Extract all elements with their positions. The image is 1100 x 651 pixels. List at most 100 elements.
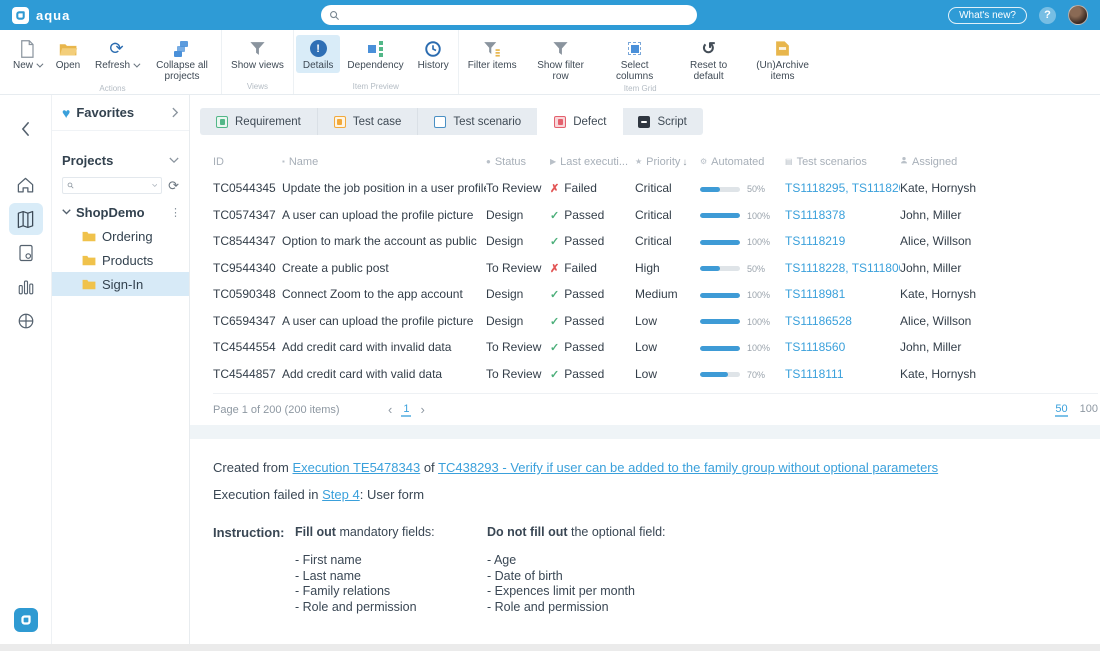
step-link[interactable]: Step 4	[322, 487, 360, 502]
cell-last-execution: ✓Passed	[550, 361, 635, 388]
tree-item-label: Products	[102, 253, 153, 268]
test-scenario-link[interactable]: TS1118981	[785, 287, 845, 301]
global-search-input[interactable]	[345, 9, 689, 21]
cell-last-execution: ✓Passed	[550, 228, 635, 255]
cell-id: TC4544857	[213, 361, 282, 388]
unarchive-items-button[interactable]: (Un)Archive items	[746, 35, 820, 84]
column-header-name[interactable]: ▪Name	[282, 149, 486, 175]
test-scenario-link[interactable]: TS1118560	[785, 340, 845, 354]
user-avatar[interactable]	[1068, 5, 1088, 25]
table-row[interactable]: TC0574347 A user can upload the profile …	[213, 202, 1098, 229]
reset-to-default-button[interactable]: ↺ Reset to default	[672, 35, 746, 84]
test-scenario-icon	[434, 116, 446, 128]
scenarios-column-icon: ▤	[785, 157, 793, 166]
cell-assigned: John, Miller	[900, 334, 1098, 361]
cell-last-execution: ✗Failed	[550, 255, 635, 282]
open-folder-icon	[59, 38, 78, 59]
heart-icon: ♥	[62, 105, 70, 121]
table-row[interactable]: TC0590348 Connect Zoom to the app accoun…	[213, 281, 1098, 308]
favorites-row[interactable]: ♥ Favorites	[52, 95, 189, 131]
table-row[interactable]: TC4544857 Add credit card with valid dat…	[213, 361, 1098, 388]
created-from-line: Created from Execution TE5478343 of TC43…	[213, 459, 1077, 477]
new-button[interactable]: New	[6, 35, 48, 73]
cell-name: A user can upload the profile picture	[282, 308, 486, 335]
table-row[interactable]: TC8544347 Option to mark the account as …	[213, 228, 1098, 255]
project-search-box[interactable]	[62, 177, 162, 194]
tab-test-case[interactable]: Test case	[318, 108, 419, 135]
details-button[interactable]: ! Details	[296, 35, 341, 73]
home-nav-icon[interactable]	[9, 169, 43, 201]
kebab-menu-icon[interactable]: ⋮	[170, 206, 181, 219]
integrations-nav-icon[interactable]	[9, 305, 43, 337]
test-scenario-link[interactable]: TS1118378	[785, 208, 845, 222]
aqua-bottom-logo[interactable]	[14, 608, 38, 632]
tab-script[interactable]: Script	[622, 108, 702, 135]
tree-item-ordering[interactable]: Ordering	[52, 224, 189, 248]
select-columns-button[interactable]: Select columns	[598, 35, 672, 84]
execution-result-icon: ✗	[550, 263, 559, 275]
collapse-all-projects-button[interactable]: Collapse all projects	[145, 35, 219, 84]
table-row[interactable]: TC9544340 Create a public post To Review…	[213, 255, 1098, 282]
next-page-icon[interactable]: ›	[420, 402, 424, 417]
column-header-priority[interactable]: ★Priority↓	[635, 149, 700, 175]
tree-root-shopdemo[interactable]: ShopDemo ⋮	[52, 200, 189, 224]
test-scenario-link[interactable]: TS11186528	[785, 314, 852, 328]
help-button[interactable]: ?	[1039, 7, 1056, 24]
previous-page-icon[interactable]: ‹	[388, 402, 392, 417]
sidebar: ♥ Favorites Projects ⟳ ShopDemo ⋮ Orderi…	[52, 95, 190, 644]
refresh-button[interactable]: ⟳ Refresh	[88, 35, 145, 73]
table-row[interactable]: TC6594347 A user can upload the profile …	[213, 308, 1098, 335]
project-search-input[interactable]	[77, 180, 148, 191]
table-row[interactable]: TC4544554 Add credit card with invalid d…	[213, 334, 1098, 361]
show-views-button[interactable]: Show views	[224, 35, 291, 73]
table-row[interactable]: TC0544345 Update the job position in a u…	[213, 175, 1098, 202]
column-header-last-execution[interactable]: ▶Last executi...	[550, 149, 635, 175]
global-search[interactable]	[321, 5, 697, 25]
cell-id: TC4544554	[213, 334, 282, 361]
cell-test-scenarios: TS1118295, TS1118203	[785, 175, 900, 202]
filter-items-button[interactable]: Filter items	[461, 35, 524, 73]
page-number[interactable]: 1	[401, 403, 411, 417]
funnel-icon	[249, 38, 266, 59]
open-button[interactable]: Open	[48, 35, 88, 73]
cell-priority: Critical	[635, 175, 700, 202]
test-scenario-link[interactable]: TS1118228, TS1118002	[785, 261, 900, 275]
cell-id: TC0590348	[213, 281, 282, 308]
test-case-link[interactable]: TC438293 - Verify if user can be added t…	[438, 460, 938, 475]
column-header-status[interactable]: ●Status	[486, 149, 550, 175]
cell-automated: 100%	[700, 281, 785, 308]
mandatory-field-item: - Last name	[295, 569, 487, 585]
column-header-assigned[interactable]: Assigned	[900, 149, 1098, 175]
cell-status: Design	[486, 202, 550, 229]
refresh-projects-icon[interactable]: ⟳	[168, 179, 179, 192]
page-size-50[interactable]: 50	[1055, 403, 1067, 417]
analytics-nav-icon[interactable]	[9, 271, 43, 303]
test-scenario-link[interactable]: TS1118295, TS1118203	[785, 181, 900, 195]
tree-item-products[interactable]: Products	[52, 248, 189, 272]
item-type-tabs: Requirement Test case Test scenario Defe…	[200, 108, 703, 135]
reports-nav-icon[interactable]	[9, 237, 43, 269]
projects-header[interactable]: Projects	[52, 153, 189, 168]
project-browser-nav-icon[interactable]	[9, 203, 43, 235]
page-size-100[interactable]: 100	[1080, 403, 1098, 417]
instruction-label: Instruction:	[213, 525, 295, 615]
history-button[interactable]: History	[411, 35, 456, 73]
collapse-sidebar-button[interactable]	[9, 113, 43, 145]
tree-item-sign-in[interactable]: Sign-In	[52, 272, 189, 296]
column-header-test-scenarios[interactable]: ▤Test scenarios	[785, 149, 900, 175]
defect-icon	[554, 116, 566, 128]
tab-test-scenario[interactable]: Test scenario	[418, 108, 538, 135]
column-header-automated[interactable]: ⚙Automated	[700, 149, 785, 175]
execution-link[interactable]: Execution TE5478343	[293, 460, 421, 475]
show-filter-row-button[interactable]: Show filter row	[524, 35, 598, 84]
tab-requirement[interactable]: Requirement	[200, 108, 318, 135]
filter-items-icon	[483, 38, 501, 59]
column-header-id[interactable]: ID	[213, 149, 282, 175]
tab-defect[interactable]: Defect	[538, 108, 622, 135]
execution-result-icon: ✓	[550, 289, 559, 301]
test-scenario-link[interactable]: TS1118219	[785, 234, 845, 248]
whats-new-button[interactable]: What's new?	[948, 7, 1027, 24]
dependency-button[interactable]: Dependency	[340, 35, 410, 73]
horizontal-scrollbar[interactable]	[0, 644, 1100, 651]
test-scenario-link[interactable]: TS1118111	[785, 367, 844, 381]
